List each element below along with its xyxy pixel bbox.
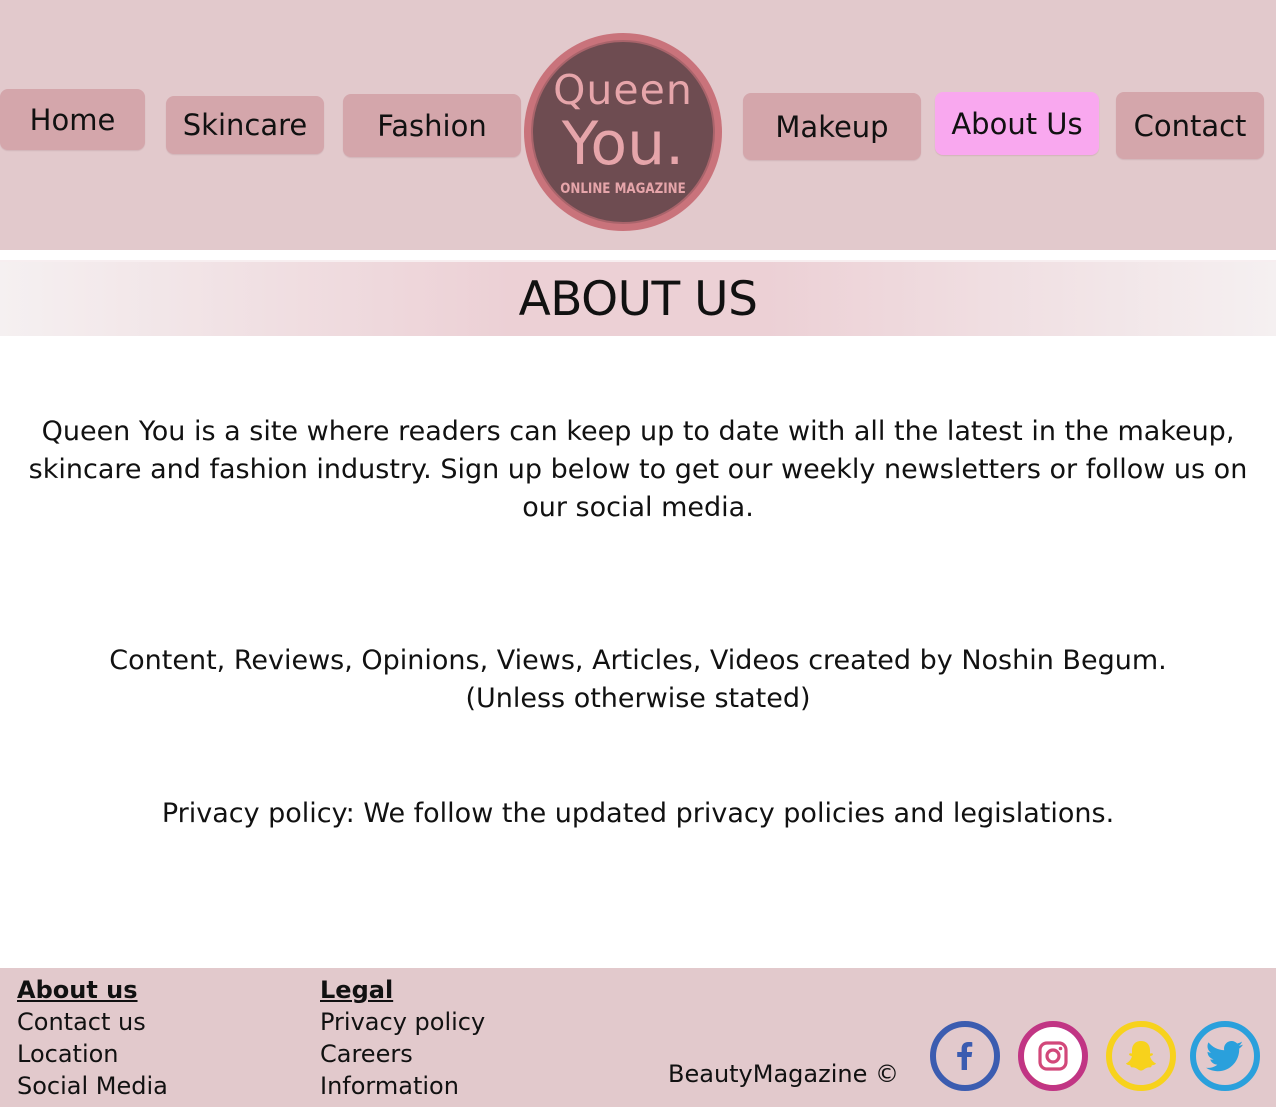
nav-home-label: Home (29, 102, 116, 137)
instagram-glyph (1038, 1041, 1068, 1071)
credits-line-2: (Unless otherwise stated) (465, 683, 811, 714)
logo[interactable]: Queen You. ONLINE MAGAZINE (524, 33, 722, 231)
nav-makeup[interactable]: Makeup (743, 93, 921, 160)
copyright-text: BeautyMagazine © (668, 1060, 899, 1088)
instagram-icon[interactable] (1018, 1021, 1088, 1091)
nav-fashion[interactable]: Fashion (343, 94, 521, 157)
credits-line-1: Content, Reviews, Opinions, Views, Artic… (109, 645, 1167, 676)
footer-about-heading[interactable]: About us (17, 974, 168, 1006)
facebook-icon[interactable] (930, 1021, 1000, 1091)
nav-home[interactable]: Home (0, 89, 145, 150)
footer-link-information[interactable]: Information (320, 1070, 485, 1102)
instagram-inner (1024, 1027, 1082, 1085)
footer-link-contact-us[interactable]: Contact us (17, 1006, 168, 1038)
footer-legal-heading[interactable]: Legal (320, 974, 485, 1006)
privacy-text: Privacy policy: We follow the updated pr… (161, 798, 1115, 829)
snapchat-glyph (1126, 1041, 1156, 1071)
title-band: ABOUT US (0, 260, 1276, 336)
intro-text: Queen You is a site where readers can ke… (28, 416, 1248, 523)
snapchat-icon[interactable] (1106, 1021, 1176, 1091)
facebook-glyph (957, 1042, 973, 1070)
page-title: ABOUT US (518, 271, 758, 327)
nav-fashion-label: Fashion (377, 108, 487, 143)
footer-link-location[interactable]: Location (17, 1038, 168, 1070)
footer: About us Contact us Location Social Medi… (0, 968, 1276, 1107)
nav-makeup-label: Makeup (775, 109, 889, 144)
footer-about-column: About us Contact us Location Social Medi… (17, 974, 168, 1102)
footer-link-privacy-policy[interactable]: Privacy policy (320, 1006, 485, 1038)
header: Home Skincare Fashion Queen You. ONLINE … (0, 0, 1276, 250)
logo-tagline: ONLINE MAGAZINE (560, 181, 686, 197)
twitter-icon[interactable] (1190, 1021, 1260, 1091)
nav-skincare-label: Skincare (182, 108, 308, 142)
twitter-glyph (1206, 1041, 1243, 1072)
footer-legal-column: Legal Privacy policy Careers Information (320, 974, 485, 1102)
nav-skincare[interactable]: Skincare (166, 96, 324, 154)
nav-contact[interactable]: Contact (1116, 92, 1264, 159)
logo-line-queen: Queen (553, 66, 693, 114)
page: Home Skincare Fashion Queen You. ONLINE … (0, 0, 1276, 1117)
nav-about-us[interactable]: About Us (935, 92, 1099, 155)
credits-text: Content, Reviews, Opinions, Views, Artic… (20, 642, 1256, 718)
nav-about-us-label: About Us (951, 106, 1083, 141)
logo-badge: Queen You. ONLINE MAGAZINE (531, 40, 715, 224)
footer-link-social-media[interactable]: Social Media (17, 1070, 168, 1102)
logo-line-you: You. (561, 109, 685, 179)
footer-link-careers[interactable]: Careers (320, 1038, 485, 1070)
nav-contact-label: Contact (1133, 108, 1247, 143)
